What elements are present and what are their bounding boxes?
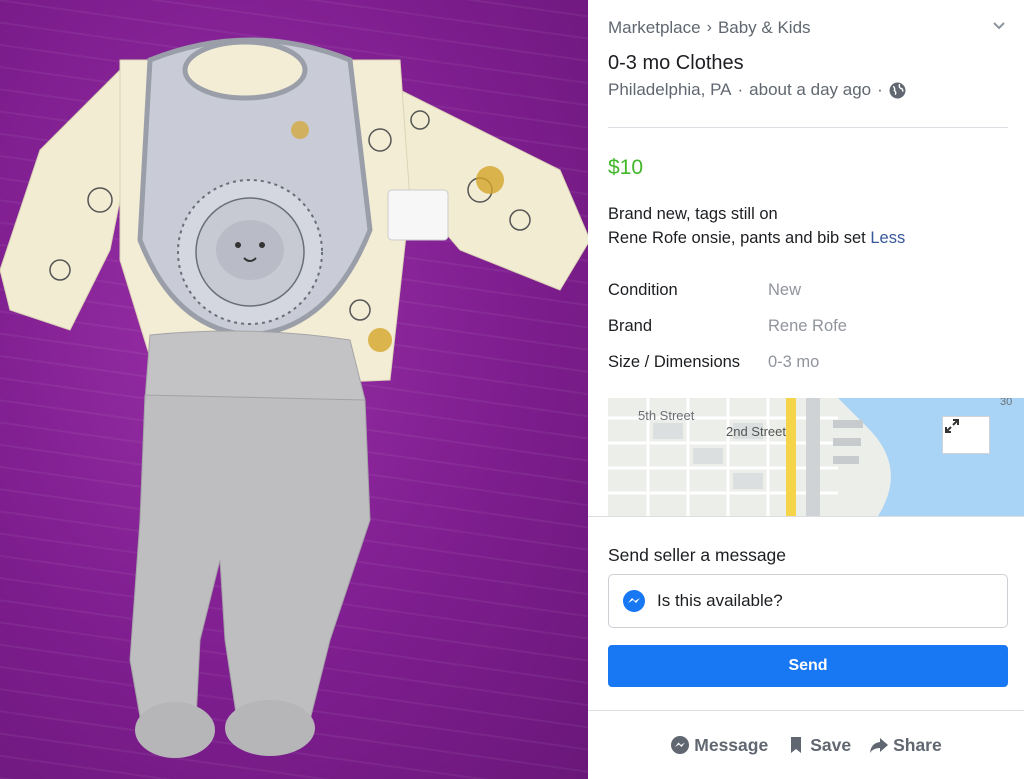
listing-location[interactable]: Philadelphia, PA bbox=[608, 80, 732, 100]
attribute-row-size: Size / Dimensions 0-3 mo bbox=[608, 344, 847, 380]
share-action-button[interactable]: Share bbox=[869, 735, 942, 756]
share-arrow-icon bbox=[870, 738, 889, 753]
map-label-5th-street: 5th Street bbox=[638, 408, 695, 423]
attributes-list: Condition New Brand Rene Rofe Size / Dim… bbox=[608, 272, 847, 380]
description-text: Rene Rofe onsie, pants and bib set bbox=[608, 229, 866, 247]
listing-time: about a day ago bbox=[749, 80, 872, 99]
bookmark-icon bbox=[791, 737, 802, 753]
listing-description: Brand new, tags still on Rene Rofe onsie… bbox=[608, 202, 905, 250]
message-input[interactable]: Is this available? bbox=[608, 574, 1008, 628]
globe-icon bbox=[889, 82, 906, 98]
messenger-icon bbox=[671, 736, 690, 754]
message-input-text[interactable]: Is this available? bbox=[657, 591, 783, 611]
clothes-illustration bbox=[0, 37, 588, 758]
attribute-row-condition: Condition New bbox=[608, 272, 847, 308]
action-bar: Message Save Share bbox=[588, 710, 1024, 779]
chevron-down-icon[interactable] bbox=[990, 16, 1008, 34]
less-link[interactable]: Less bbox=[870, 229, 905, 247]
breadcrumb-separator: › bbox=[706, 19, 712, 36]
description-line-2: Rene Rofe onsie, pants and bib set Less bbox=[608, 226, 905, 250]
message-section: Send seller a message Is this available?… bbox=[588, 516, 1024, 710]
breadcrumb: Marketplace › Baby & Kids bbox=[608, 18, 811, 38]
share-action-label: Share bbox=[893, 734, 942, 755]
divider bbox=[608, 127, 1008, 128]
meta-dot: · bbox=[737, 80, 744, 99]
message-heading: Send seller a message bbox=[608, 545, 787, 565]
listing-photo[interactable] bbox=[0, 0, 588, 779]
listing-title: 0-3 mo Clothes bbox=[608, 52, 744, 74]
save-action-button[interactable]: Save bbox=[786, 735, 851, 756]
breadcrumb-category[interactable]: Baby & Kids bbox=[718, 18, 811, 38]
listing-details-panel: Marketplace › Baby & Kids 0-3 mo Clothes… bbox=[588, 0, 1024, 779]
meta-dot: · bbox=[877, 80, 883, 99]
expand-icon bbox=[945, 419, 959, 433]
location-map[interactable]: 5th Street 2nd Street 30 bbox=[608, 398, 1024, 516]
attribute-value: New bbox=[768, 280, 802, 299]
save-action-label: Save bbox=[810, 734, 852, 755]
listing-meta: Philadelphia, PA · about a day ago · bbox=[608, 80, 906, 100]
attribute-key: Size / Dimensions bbox=[608, 352, 741, 371]
description-line: Brand new, tags still on bbox=[608, 205, 778, 223]
attribute-key: Condition bbox=[608, 280, 678, 299]
send-button[interactable]: Send bbox=[608, 645, 1008, 687]
expand-map-button[interactable] bbox=[942, 416, 990, 454]
breadcrumb-marketplace[interactable]: Marketplace bbox=[608, 18, 701, 38]
message-action-button[interactable]: Message bbox=[670, 735, 768, 756]
map-label-2nd-street: 2nd Street bbox=[726, 424, 786, 439]
message-action-label: Message bbox=[694, 734, 769, 755]
attribute-value: Rene Rofe bbox=[768, 316, 847, 335]
messenger-icon bbox=[623, 590, 645, 612]
attribute-key: Brand bbox=[608, 316, 653, 335]
attribute-row-brand: Brand Rene Rofe bbox=[608, 308, 847, 344]
map-label-route: 30 bbox=[1000, 398, 1013, 408]
listing-price: $10 bbox=[608, 156, 644, 179]
attribute-value: 0-3 mo bbox=[768, 352, 820, 371]
